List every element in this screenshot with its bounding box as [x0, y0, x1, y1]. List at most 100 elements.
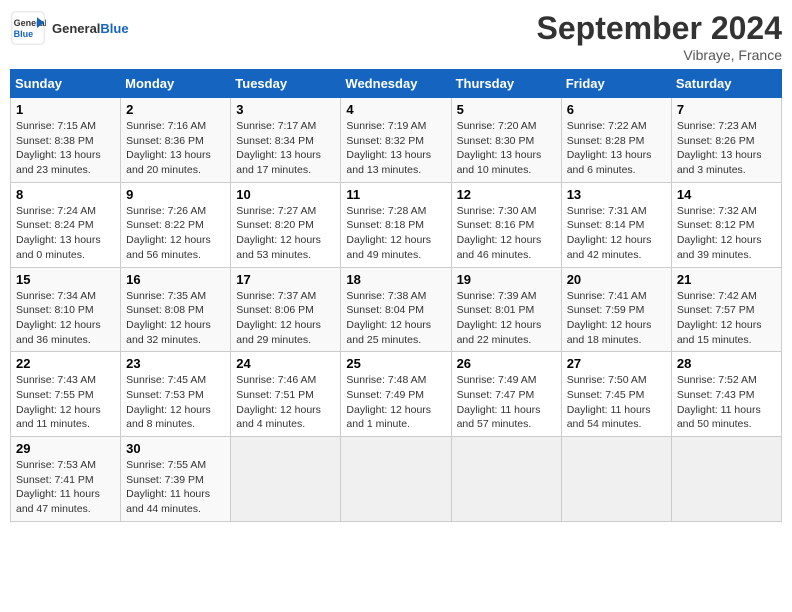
location-subtitle: Vibraye, France — [537, 47, 782, 63]
day-number: 18 — [346, 272, 445, 287]
day-number: 20 — [567, 272, 666, 287]
calendar-cell: 11 Sunrise: 7:28 AM Sunset: 8:18 PM Dayli… — [341, 182, 451, 267]
week-row-1: 8 Sunrise: 7:24 AM Sunset: 8:24 PM Daylig… — [11, 182, 782, 267]
calendar-cell — [671, 437, 781, 522]
day-info: Sunrise: 7:24 AM Sunset: 8:24 PM Dayligh… — [16, 204, 115, 263]
day-number: 13 — [567, 187, 666, 202]
day-info: Sunrise: 7:49 AM Sunset: 7:47 PM Dayligh… — [457, 373, 556, 432]
day-info: Sunrise: 7:50 AM Sunset: 7:45 PM Dayligh… — [567, 373, 666, 432]
day-info: Sunrise: 7:45 AM Sunset: 7:53 PM Dayligh… — [126, 373, 225, 432]
calendar-cell: 23 Sunrise: 7:45 AM Sunset: 7:53 PM Dayli… — [121, 352, 231, 437]
week-row-0: 1 Sunrise: 7:15 AM Sunset: 8:38 PM Daylig… — [11, 98, 782, 183]
calendar-cell: 2 Sunrise: 7:16 AM Sunset: 8:36 PM Daylig… — [121, 98, 231, 183]
calendar-cell: 22Sunrise: 7:43 AM Sunset: 7:55 PM Dayli… — [11, 352, 121, 437]
day-info: Sunrise: 7:22 AM Sunset: 8:28 PM Dayligh… — [567, 119, 666, 178]
calendar-cell: 19Sunrise: 7:39 AM Sunset: 8:01 PM Dayli… — [451, 267, 561, 352]
day-info: Sunrise: 7:17 AM Sunset: 8:34 PM Dayligh… — [236, 119, 335, 178]
day-info: Sunrise: 7:43 AM Sunset: 7:55 PM Dayligh… — [16, 373, 115, 432]
calendar-cell: 1 Sunrise: 7:15 AM Sunset: 8:38 PM Daylig… — [11, 98, 121, 183]
day-info: Sunrise: 7:32 AM Sunset: 8:12 PM Dayligh… — [677, 204, 776, 263]
calendar-cell: 9 Sunrise: 7:26 AM Sunset: 8:22 PM Daylig… — [121, 182, 231, 267]
day-number: 26 — [457, 356, 556, 371]
calendar-cell — [231, 437, 341, 522]
day-info: Sunrise: 7:53 AM Sunset: 7:41 PM Dayligh… — [16, 458, 115, 517]
calendar-cell: 3 Sunrise: 7:17 AM Sunset: 8:34 PM Daylig… — [231, 98, 341, 183]
logo: General Blue GeneralBlue — [10, 10, 129, 46]
calendar-cell: 16 Sunrise: 7:35 AM Sunset: 8:08 PM Dayli… — [121, 267, 231, 352]
day-info: Sunrise: 7:38 AM Sunset: 8:04 PM Dayligh… — [346, 289, 445, 348]
title-block: September 2024 Vibraye, France — [537, 10, 782, 63]
month-title: September 2024 — [537, 10, 782, 47]
calendar-cell: 27 Sunrise: 7:50 AM Sunset: 7:45 PM Dayli… — [561, 352, 671, 437]
day-number: 16 — [126, 272, 225, 287]
day-info: Sunrise: 7:46 AM Sunset: 7:51 PM Dayligh… — [236, 373, 335, 432]
day-info: Sunrise: 7:48 AM Sunset: 7:49 PM Dayligh… — [346, 373, 445, 432]
day-number: 19 — [457, 272, 556, 287]
day-info: Sunrise: 7:35 AM Sunset: 8:08 PM Dayligh… — [126, 289, 225, 348]
day-number: 5 — [457, 102, 556, 117]
day-number: 3 — [236, 102, 335, 117]
day-number: 12 — [457, 187, 556, 202]
calendar-body: 1 Sunrise: 7:15 AM Sunset: 8:38 PM Daylig… — [11, 98, 782, 522]
day-info: Sunrise: 7:19 AM Sunset: 8:32 PM Dayligh… — [346, 119, 445, 178]
day-info: Sunrise: 7:23 AM Sunset: 8:26 PM Dayligh… — [677, 119, 776, 178]
week-row-2: 15 Sunrise: 7:34 AM Sunset: 8:10 PM Dayli… — [11, 267, 782, 352]
day-info: Sunrise: 7:15 AM Sunset: 8:38 PM Dayligh… — [16, 119, 115, 178]
day-info: Sunrise: 7:31 AM Sunset: 8:14 PM Dayligh… — [567, 204, 666, 263]
week-row-3: 22Sunrise: 7:43 AM Sunset: 7:55 PM Dayli… — [11, 352, 782, 437]
day-number: 25 — [346, 356, 445, 371]
day-info: Sunrise: 7:42 AM Sunset: 7:57 PM Dayligh… — [677, 289, 776, 348]
day-info: Sunrise: 7:30 AM Sunset: 8:16 PM Dayligh… — [457, 204, 556, 263]
day-info: Sunrise: 7:34 AM Sunset: 8:10 PM Dayligh… — [16, 289, 115, 348]
day-number: 23 — [126, 356, 225, 371]
column-header-saturday: Saturday — [671, 70, 781, 98]
calendar-cell: 17Sunrise: 7:37 AM Sunset: 8:06 PM Dayli… — [231, 267, 341, 352]
day-number: 9 — [126, 187, 225, 202]
logo-text: GeneralBlue — [52, 21, 129, 36]
day-info: Sunrise: 7:28 AM Sunset: 8:18 PM Dayligh… — [346, 204, 445, 263]
week-row-4: 29 Sunrise: 7:53 AM Sunset: 7:41 PM Dayli… — [11, 437, 782, 522]
calendar-cell: 18 Sunrise: 7:38 AM Sunset: 8:04 PM Dayli… — [341, 267, 451, 352]
day-number: 21 — [677, 272, 776, 287]
calendar-cell: 5 Sunrise: 7:20 AM Sunset: 8:30 PM Daylig… — [451, 98, 561, 183]
calendar-cell: 30Sunrise: 7:55 AM Sunset: 7:39 PM Dayli… — [121, 437, 231, 522]
column-header-tuesday: Tuesday — [231, 70, 341, 98]
column-header-wednesday: Wednesday — [341, 70, 451, 98]
page-header: General Blue GeneralBlue September 2024 … — [10, 10, 782, 63]
day-number: 11 — [346, 187, 445, 202]
day-info: Sunrise: 7:55 AM Sunset: 7:39 PM Dayligh… — [126, 458, 225, 517]
day-number: 14 — [677, 187, 776, 202]
svg-text:Blue: Blue — [14, 29, 34, 39]
calendar-table: SundayMondayTuesdayWednesdayThursdayFrid… — [10, 69, 782, 522]
day-number: 28 — [677, 356, 776, 371]
calendar-cell: 21 Sunrise: 7:42 AM Sunset: 7:57 PM Dayli… — [671, 267, 781, 352]
calendar-cell: 7 Sunrise: 7:23 AM Sunset: 8:26 PM Daylig… — [671, 98, 781, 183]
calendar-cell: 20 Sunrise: 7:41 AM Sunset: 7:59 PM Dayli… — [561, 267, 671, 352]
day-info: Sunrise: 7:20 AM Sunset: 8:30 PM Dayligh… — [457, 119, 556, 178]
day-number: 15 — [16, 272, 115, 287]
calendar-cell: 14 Sunrise: 7:32 AM Sunset: 8:12 PM Dayli… — [671, 182, 781, 267]
day-number: 10 — [236, 187, 335, 202]
calendar-cell: 12 Sunrise: 7:30 AM Sunset: 8:16 PM Dayli… — [451, 182, 561, 267]
day-number: 1 — [16, 102, 115, 117]
day-info: Sunrise: 7:16 AM Sunset: 8:36 PM Dayligh… — [126, 119, 225, 178]
column-header-sunday: Sunday — [11, 70, 121, 98]
day-info: Sunrise: 7:26 AM Sunset: 8:22 PM Dayligh… — [126, 204, 225, 263]
day-info: Sunrise: 7:41 AM Sunset: 7:59 PM Dayligh… — [567, 289, 666, 348]
column-header-monday: Monday — [121, 70, 231, 98]
calendar-cell: 29 Sunrise: 7:53 AM Sunset: 7:41 PM Dayli… — [11, 437, 121, 522]
calendar-cell — [561, 437, 671, 522]
day-number: 8 — [16, 187, 115, 202]
calendar-cell: 25 Sunrise: 7:48 AM Sunset: 7:49 PM Dayli… — [341, 352, 451, 437]
day-number: 29 — [16, 441, 115, 456]
calendar-cell: 6 Sunrise: 7:22 AM Sunset: 8:28 PM Daylig… — [561, 98, 671, 183]
day-number: 27 — [567, 356, 666, 371]
day-number: 7 — [677, 102, 776, 117]
logo-icon: General Blue — [10, 10, 46, 46]
day-info: Sunrise: 7:52 AM Sunset: 7:43 PM Dayligh… — [677, 373, 776, 432]
day-number: 2 — [126, 102, 225, 117]
calendar-cell: 13 Sunrise: 7:31 AM Sunset: 8:14 PM Dayli… — [561, 182, 671, 267]
day-number: 6 — [567, 102, 666, 117]
calendar-cell: 8 Sunrise: 7:24 AM Sunset: 8:24 PM Daylig… — [11, 182, 121, 267]
column-header-friday: Friday — [561, 70, 671, 98]
